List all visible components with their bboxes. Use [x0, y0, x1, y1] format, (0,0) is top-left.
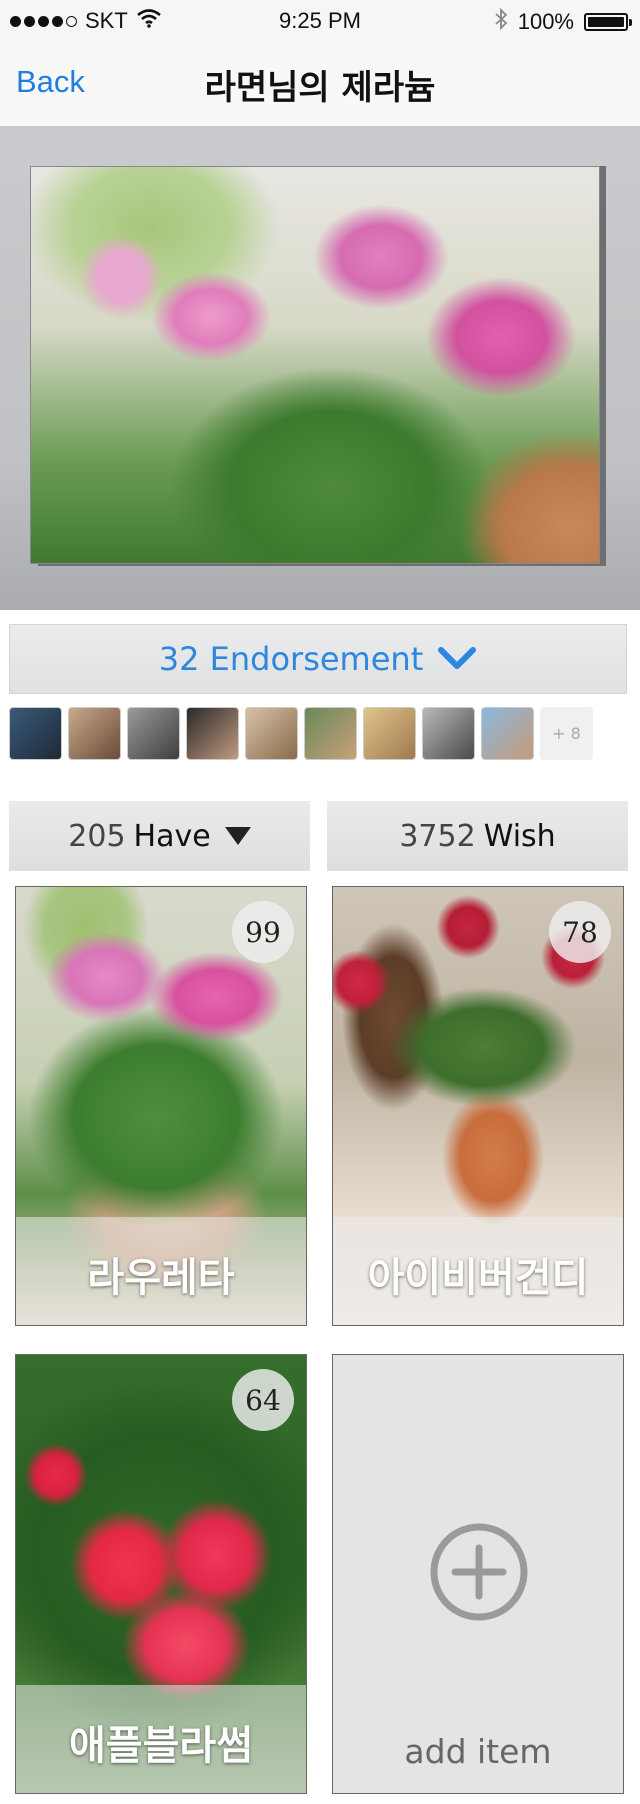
status-right: 100% — [494, 7, 632, 36]
battery-icon — [584, 13, 632, 31]
plant-name: 아이비버건디 — [367, 1255, 589, 1301]
have-count: 205 — [68, 818, 126, 854]
wish-label: Wish — [483, 818, 556, 854]
triangle-down-icon — [224, 827, 251, 845]
avatar[interactable] — [304, 707, 357, 760]
more-endorsers-badge[interactable]: + 8 — [540, 707, 593, 760]
plant-card[interactable]: 64 애플블라썸 — [15, 1354, 307, 1794]
avatar[interactable] — [363, 707, 416, 760]
status-bar: SKT 9:25 PM 100% — [0, 0, 640, 40]
page-title: 라면님의 제라늄 — [204, 68, 436, 108]
tab-have[interactable]: 205 Have — [9, 801, 310, 871]
count-badge: 78 — [549, 901, 611, 963]
count-badge: 64 — [232, 1369, 294, 1431]
avatar[interactable] — [127, 707, 180, 760]
avatar[interactable] — [186, 707, 239, 760]
chevron-down-icon — [437, 646, 477, 672]
endorsement-label: 32 Endorsement — [158, 640, 424, 678]
count-badge: 99 — [232, 901, 294, 963]
plus-circle-icon — [429, 1522, 529, 1622]
avatar[interactable] — [481, 707, 534, 760]
tab-wish[interactable]: 3752 Wish — [327, 801, 628, 871]
add-item-card[interactable]: add item — [332, 1354, 624, 1794]
endorser-avatars: + 8 — [9, 707, 593, 761]
plant-name: 애플블라썸 — [69, 1723, 253, 1769]
avatar[interactable] — [68, 707, 121, 760]
avatar[interactable] — [245, 707, 298, 760]
add-item-label: add item — [404, 1732, 552, 1771]
endorsement-button[interactable]: 32 Endorsement — [9, 624, 627, 694]
battery-fill — [588, 17, 624, 27]
plant-name: 라우레타 — [87, 1255, 235, 1301]
navigation-bar: Back 라면님의 제라늄 — [0, 40, 640, 126]
avatar[interactable] — [422, 707, 475, 760]
wish-count: 3752 — [399, 818, 476, 854]
plant-card[interactable]: 99 라우레타 — [15, 886, 307, 1326]
plant-card[interactable]: 78 아이비버건디 — [332, 886, 624, 1326]
bluetooth-icon — [494, 7, 508, 36]
battery-percent: 100% — [517, 9, 574, 34]
avatar[interactable] — [9, 707, 62, 760]
have-label: Have — [133, 818, 211, 854]
hero-area — [0, 126, 640, 610]
hero-photo[interactable] — [30, 166, 600, 564]
